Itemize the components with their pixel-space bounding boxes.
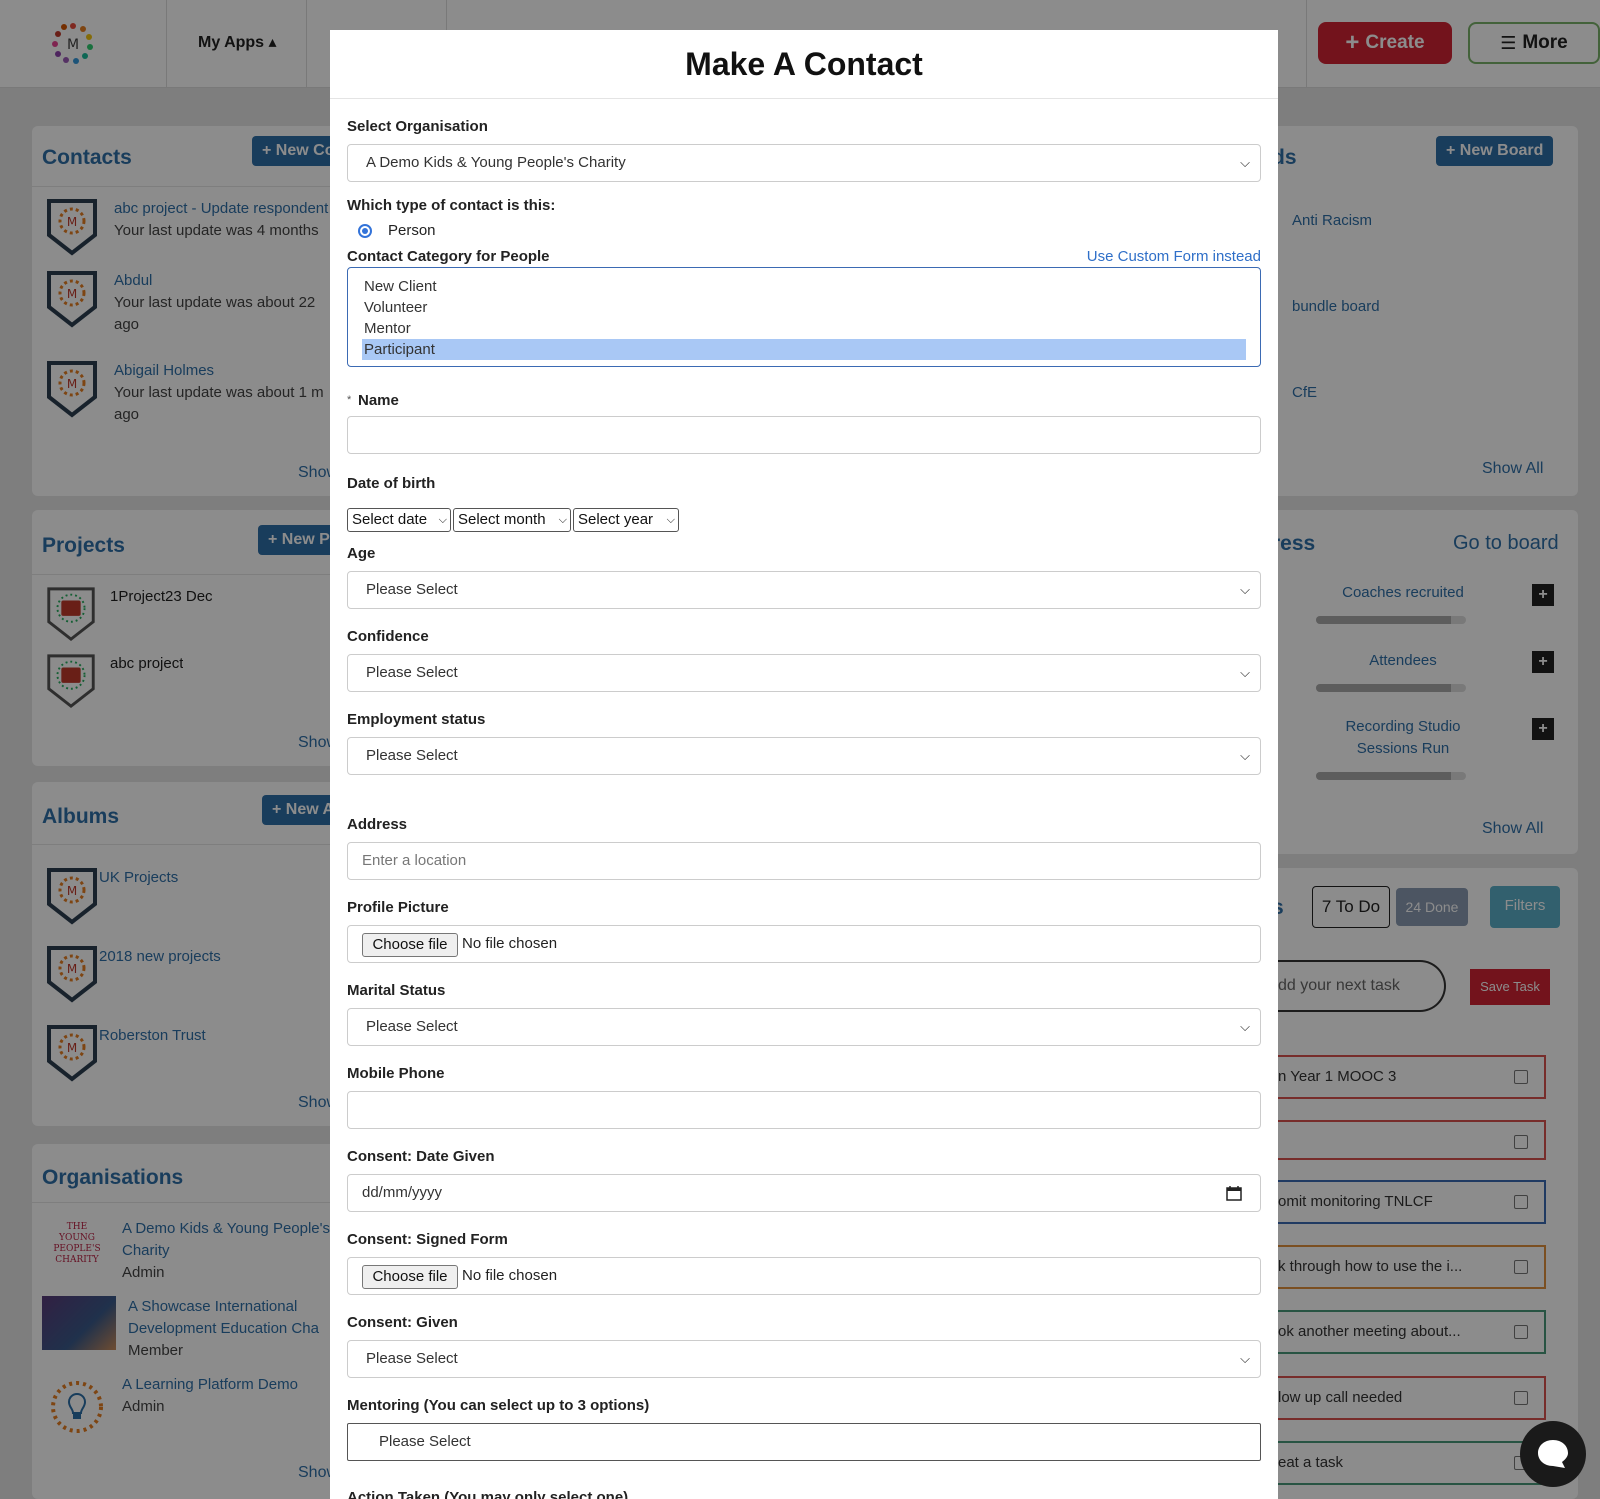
profile-picture-input[interactable]: Choose file No file chosen <box>347 925 1261 963</box>
required-asterisk: * <box>347 394 352 406</box>
consent-given-value: Please Select <box>366 1350 458 1367</box>
marital-select[interactable]: Please Select ⌵ <box>347 1008 1261 1046</box>
category-option[interactable]: Volunteer <box>362 297 1246 318</box>
employment-select[interactable]: Please Select ⌵ <box>347 737 1261 775</box>
consent-form-input[interactable]: Choose file No file chosen <box>347 1257 1261 1295</box>
category-label: Contact Category for People <box>347 248 550 265</box>
chevron-down-icon: ⌵ <box>1240 1019 1250 1034</box>
employment-label: Employment status <box>347 711 486 728</box>
contact-type-label: Which type of contact is this: <box>347 197 556 214</box>
consent-given-label: Consent: Given <box>347 1314 458 1331</box>
choose-file-button[interactable]: Choose file <box>362 1265 458 1289</box>
marital-label: Marital Status <box>347 982 446 999</box>
dob-year-value: Select year <box>578 511 654 528</box>
dob-date-select[interactable]: Select date ⌵ <box>347 508 451 532</box>
chevron-down-icon: ⌵ <box>558 514 567 526</box>
custom-form-link[interactable]: Use Custom Form instead <box>1087 248 1261 265</box>
date-placeholder: dd/mm/yyyy <box>362 1184 443 1201</box>
consent-given-select[interactable]: Please Select ⌵ <box>347 1340 1261 1378</box>
contact-category-listbox[interactable]: New Client Volunteer Mentor Participant <box>347 267 1261 367</box>
dob-month-value: Select month <box>458 511 546 528</box>
chat-bubble-icon <box>1538 1440 1568 1468</box>
chevron-down-icon: ⌵ <box>666 514 675 526</box>
dob-label: Date of birth <box>347 475 436 492</box>
age-select-value: Please Select <box>366 581 458 598</box>
chevron-down-icon: ⌵ <box>1240 748 1250 763</box>
confidence-select[interactable]: Please Select ⌵ <box>347 654 1261 692</box>
name-input[interactable] <box>347 416 1261 454</box>
chevron-down-icon: ⌵ <box>1240 665 1250 680</box>
address-label: Address <box>347 816 408 833</box>
person-radio[interactable] <box>358 224 372 238</box>
address-input[interactable]: Enter a location <box>347 842 1261 880</box>
category-option[interactable]: New Client <box>362 276 1246 297</box>
consent-date-input[interactable]: dd/mm/yyyy <box>347 1174 1261 1212</box>
consent-form-label: Consent: Signed Form <box>347 1231 508 1248</box>
modal-header: Make A Contact <box>330 30 1278 99</box>
organisation-select[interactable]: A Demo Kids & Young People's Charity ⌵ <box>347 144 1261 182</box>
chevron-down-icon: ⌵ <box>1240 1351 1250 1366</box>
mobile-input[interactable] <box>347 1091 1261 1129</box>
employment-select-value: Please Select <box>366 747 458 764</box>
dob-date-value: Select date <box>352 511 428 528</box>
action-taken-label: Action Taken (You may only select one) <box>347 1489 629 1499</box>
age-select[interactable]: Please Select ⌵ <box>347 571 1261 609</box>
org-label: Select Organisation <box>347 118 488 135</box>
confidence-label: Confidence <box>347 628 429 645</box>
category-option-selected[interactable]: Participant <box>362 339 1246 360</box>
profile-picture-label: Profile Picture <box>347 899 449 916</box>
file-status: No file chosen <box>462 935 558 952</box>
marital-select-value: Please Select <box>366 1018 458 1035</box>
dob-year-select[interactable]: Select year ⌵ <box>573 508 679 532</box>
chat-widget-button[interactable] <box>1520 1421 1586 1487</box>
choose-file-button[interactable]: Choose file <box>362 933 458 957</box>
consent-date-label: Consent: Date Given <box>347 1148 495 1165</box>
mentoring-label: Mentoring (You can select up to 3 option… <box>347 1397 650 1414</box>
dob-month-select[interactable]: Select month ⌵ <box>453 508 571 532</box>
name-label: Name <box>358 392 399 409</box>
make-contact-modal: Make A Contact Select Organisation A Dem… <box>330 30 1278 1499</box>
category-option[interactable]: Mentor <box>362 318 1246 339</box>
chevron-down-icon: ⌵ <box>1240 155 1250 170</box>
confidence-select-value: Please Select <box>366 664 458 681</box>
chevron-down-icon: ⌵ <box>438 514 447 526</box>
modal-title: Make A Contact <box>685 45 923 82</box>
file-status: No file chosen <box>462 1267 558 1284</box>
person-radio-label: Person <box>388 222 436 239</box>
org-select-value: A Demo Kids & Young People's Charity <box>366 154 626 171</box>
chevron-down-icon: ⌵ <box>1240 582 1250 597</box>
mobile-label: Mobile Phone <box>347 1065 445 1082</box>
mentoring-value: Please Select <box>379 1433 471 1450</box>
calendar-icon[interactable] <box>1226 1185 1242 1201</box>
age-label: Age <box>347 545 376 562</box>
mentoring-multiselect[interactable]: Please Select <box>347 1423 1261 1461</box>
